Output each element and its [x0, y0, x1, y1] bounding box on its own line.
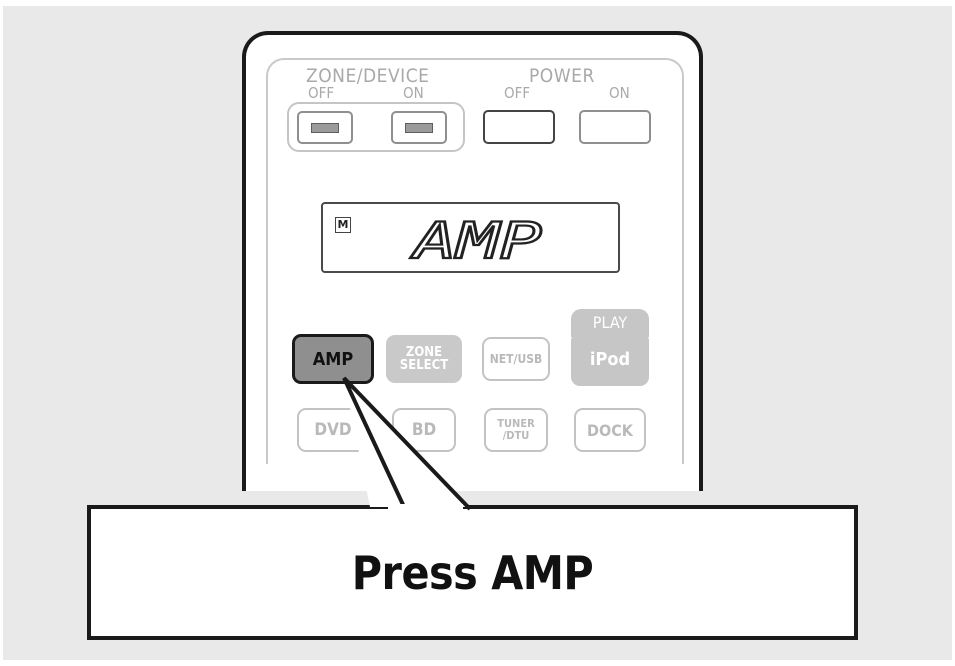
callout-text: Press AMP [351, 545, 594, 600]
